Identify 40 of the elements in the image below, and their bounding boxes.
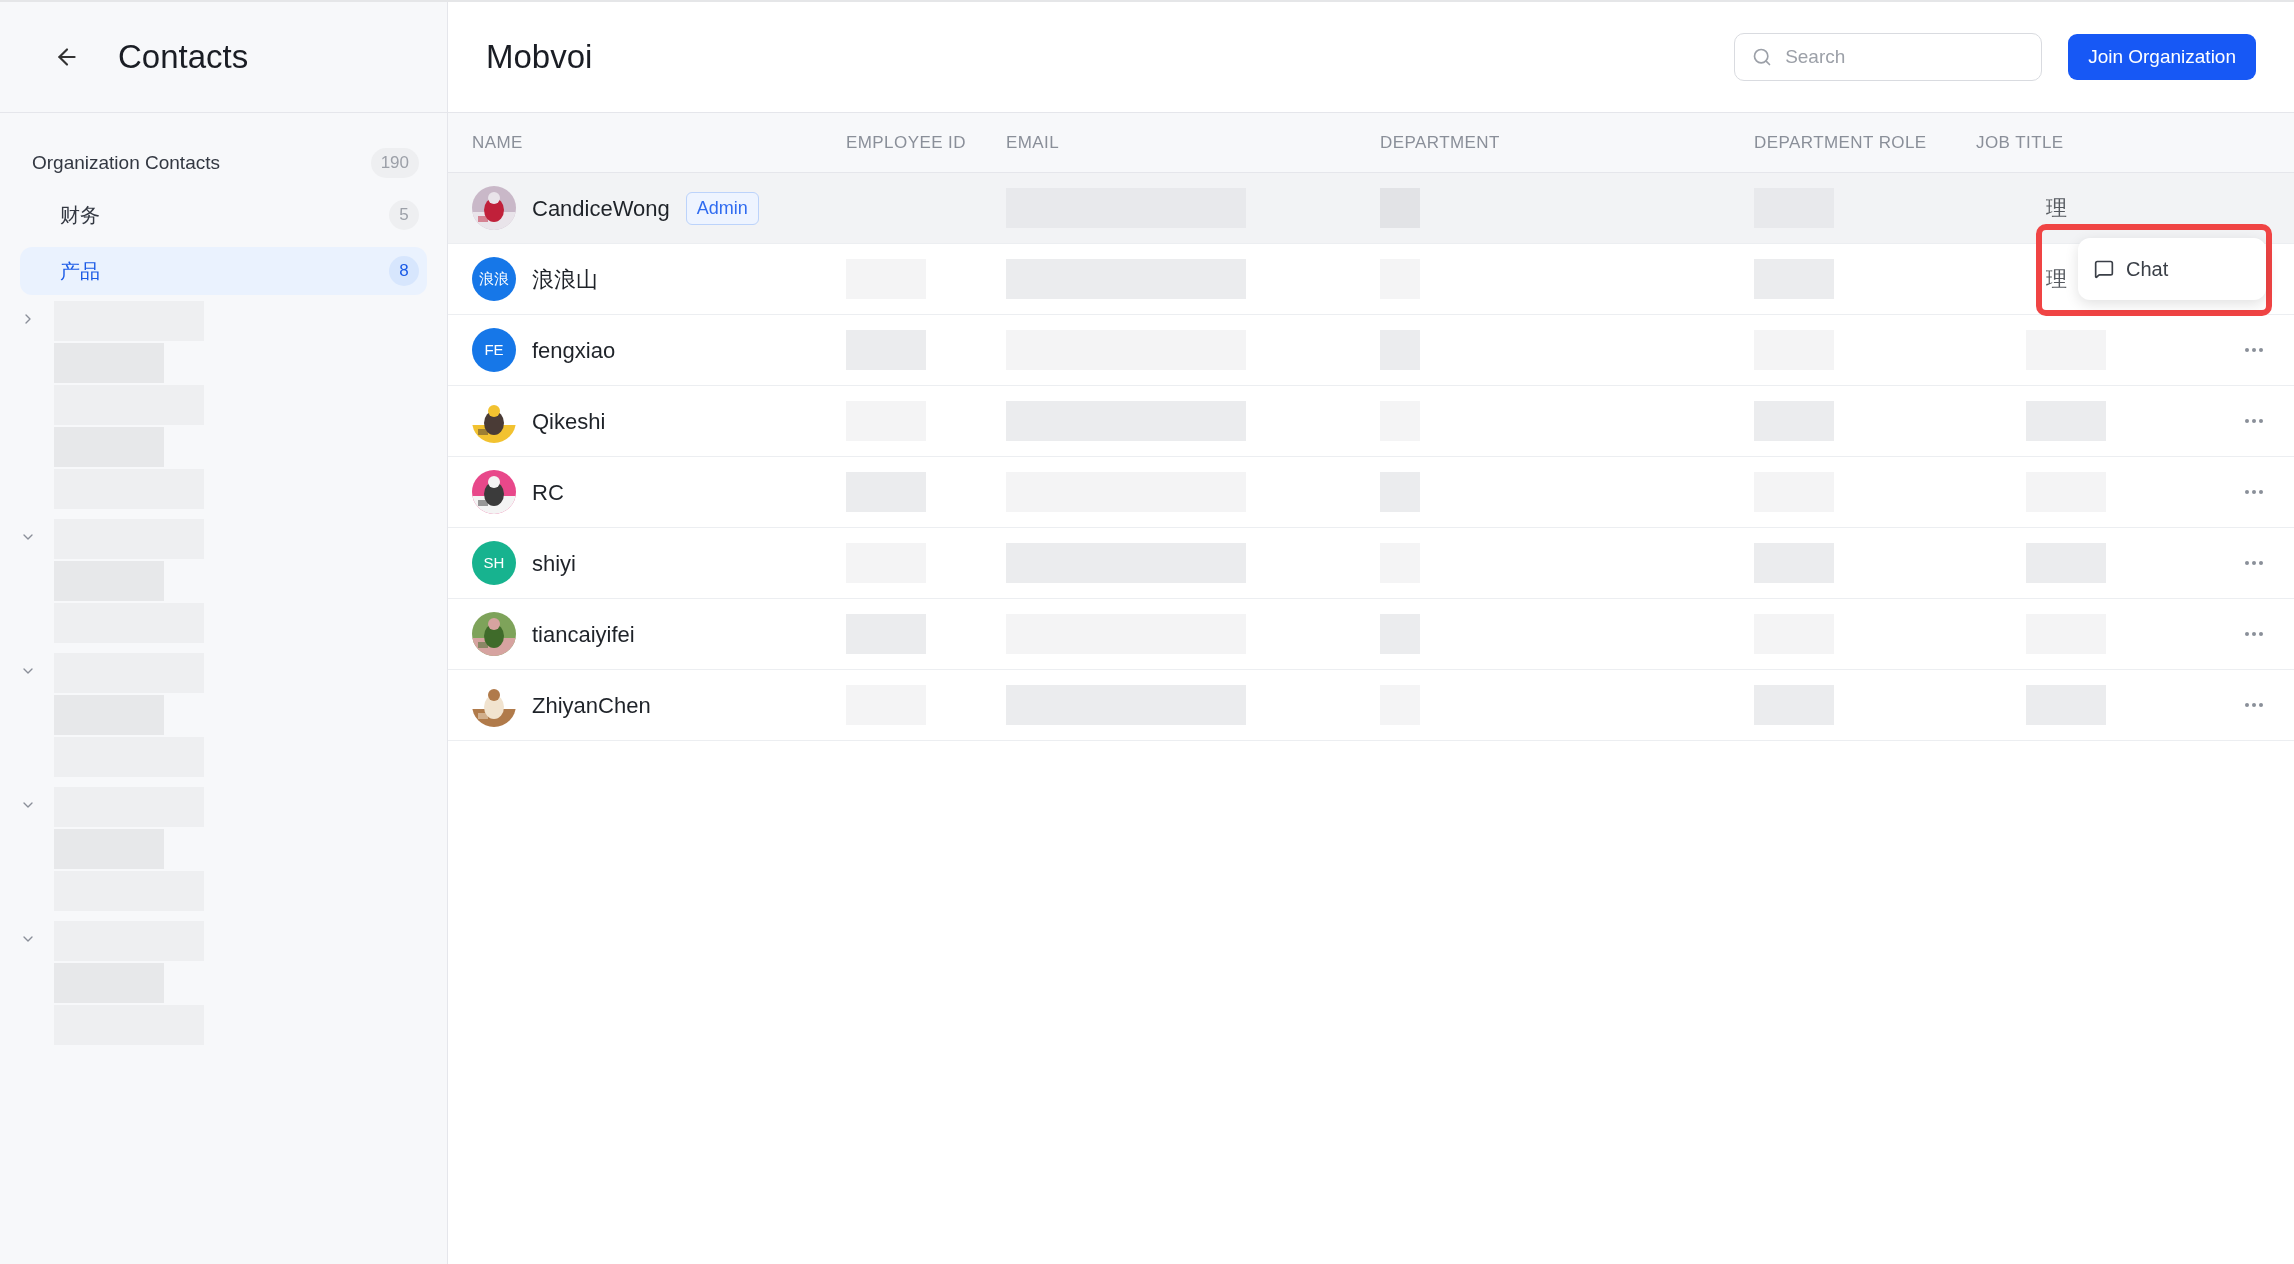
count-badge: 5: [389, 200, 419, 230]
avatar: FE: [472, 328, 516, 372]
more-dots-icon: [2245, 561, 2263, 565]
join-organization-button[interactable]: Join Organization: [2068, 34, 2256, 80]
search-field[interactable]: Search: [1734, 33, 2043, 81]
column-header: NAME: [471, 131, 524, 154]
contact-name: ZhiyanChen: [532, 691, 651, 720]
job-title: 理: [2045, 195, 2067, 222]
more-dots-icon: [2245, 703, 2263, 707]
contact-name: Qikeshi: [532, 407, 606, 436]
more-dots-icon: [2245, 632, 2263, 636]
chat-menu-item[interactable]: Chat: [2094, 254, 2250, 284]
contact-name: shiyi: [532, 549, 576, 578]
job-title: 理: [2045, 266, 2067, 293]
column-header: DEPARTMENT ROLE: [1754, 131, 1928, 154]
contact-name: RC: [532, 478, 564, 507]
more-dots-icon: [2245, 348, 2263, 352]
column-header: EMAIL: [1006, 131, 1061, 154]
admin-tag: Admin: [685, 191, 759, 225]
more-dots-icon: [2245, 490, 2263, 494]
search-icon: [1752, 47, 1773, 67]
contact-name: 浪浪山: [532, 265, 598, 294]
department-item[interactable]: 产品 8: [20, 247, 427, 295]
column-header: EMPLOYEE ID: [846, 131, 967, 154]
more-dots-icon: [2245, 419, 2263, 423]
contact-name: CandiceWong: [532, 194, 670, 223]
avatar: 浪浪: [472, 257, 516, 301]
count-badge: 190: [370, 148, 419, 178]
sidebar-title: Contacts: [118, 37, 249, 78]
avatar: SH: [472, 541, 516, 585]
contact-name: fengxiao: [532, 336, 616, 365]
column-header: JOB TITLE: [1976, 131, 2065, 154]
organization-title: Mobvoi: [486, 37, 593, 78]
count-badge: 8: [389, 256, 419, 286]
contact-name: tiancaiyifei: [532, 620, 635, 649]
column-header: DEPARTMENT: [1380, 131, 1501, 154]
chat-bubble-icon: [2094, 259, 2114, 279]
department-item[interactable]: 财务 5: [20, 191, 427, 239]
organization-contacts-item[interactable]: Organization Contacts 190: [20, 143, 427, 183]
table-row[interactable]: CandiceWong Admin 理: [448, 173, 2294, 244]
